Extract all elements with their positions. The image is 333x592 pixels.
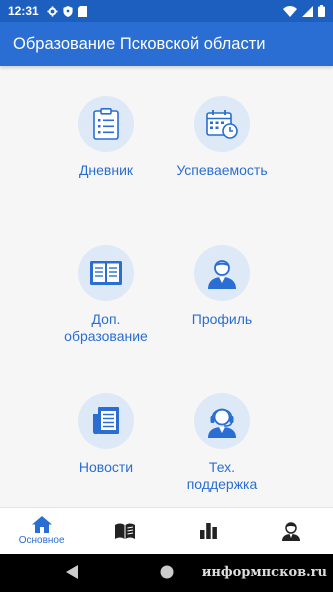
tile-icon-circle	[78, 245, 134, 301]
tile-diary[interactable]: Дневник	[41, 96, 171, 179]
tile-support-label: Тех. поддержка	[186, 459, 258, 492]
tile-icon-circle	[194, 245, 250, 301]
app-bar: Образование Псковской области	[0, 22, 333, 66]
user-icon	[208, 260, 236, 289]
sd-card-icon	[77, 5, 87, 17]
tile-performance-label: Успеваемость	[176, 162, 268, 178]
tile-icon-circle	[194, 393, 250, 449]
battery-icon	[318, 5, 325, 17]
tile-icon-circle	[194, 96, 250, 152]
tile-profile[interactable]: Профиль	[157, 245, 287, 328]
system-navigation-bar: информпсков.ru	[0, 554, 333, 592]
bottom-navigation: Основное	[0, 507, 333, 554]
book-icon	[114, 523, 135, 539]
tile-extra-education[interactable]: Доп. образование	[41, 245, 171, 345]
nav-diary[interactable]	[83, 508, 166, 554]
back-icon[interactable]	[65, 564, 79, 580]
bar-chart-icon	[199, 523, 217, 539]
tile-profile-label: Профиль	[191, 311, 253, 327]
status-bar: 12:31	[0, 0, 333, 22]
watermark: информпсков.ru	[201, 565, 327, 580]
tile-diary-label: Дневник	[78, 162, 134, 178]
tile-news[interactable]: Новости	[41, 393, 171, 476]
calendar-clock-icon	[206, 110, 238, 139]
nav-main-label: Основное	[18, 535, 65, 546]
app-title: Образование Псковской области	[13, 34, 266, 53]
tile-icon-circle	[78, 96, 134, 152]
open-book-icon	[90, 261, 122, 285]
newspaper-icon	[93, 407, 119, 434]
tile-icon-circle	[78, 393, 134, 449]
wifi-icon	[283, 5, 297, 17]
shield-icon	[63, 5, 73, 17]
headset-operator-icon	[208, 408, 236, 438]
nav-main[interactable]: Основное	[0, 508, 83, 554]
home-icon	[31, 516, 52, 533]
status-time: 12:31	[8, 4, 39, 18]
person-icon	[282, 522, 301, 541]
tile-extra-education-label: Доп. образование	[64, 311, 148, 344]
tile-support[interactable]: Тех. поддержка	[157, 393, 287, 493]
signal-icon	[302, 5, 313, 17]
clipboard-icon	[93, 108, 119, 140]
tile-performance[interactable]: Успеваемость	[157, 96, 287, 179]
nav-profile[interactable]	[250, 508, 333, 554]
nav-stats[interactable]	[167, 508, 250, 554]
home-button-icon[interactable]	[159, 564, 175, 580]
tile-news-label: Новости	[78, 459, 134, 475]
settings-gear-icon	[47, 5, 58, 17]
